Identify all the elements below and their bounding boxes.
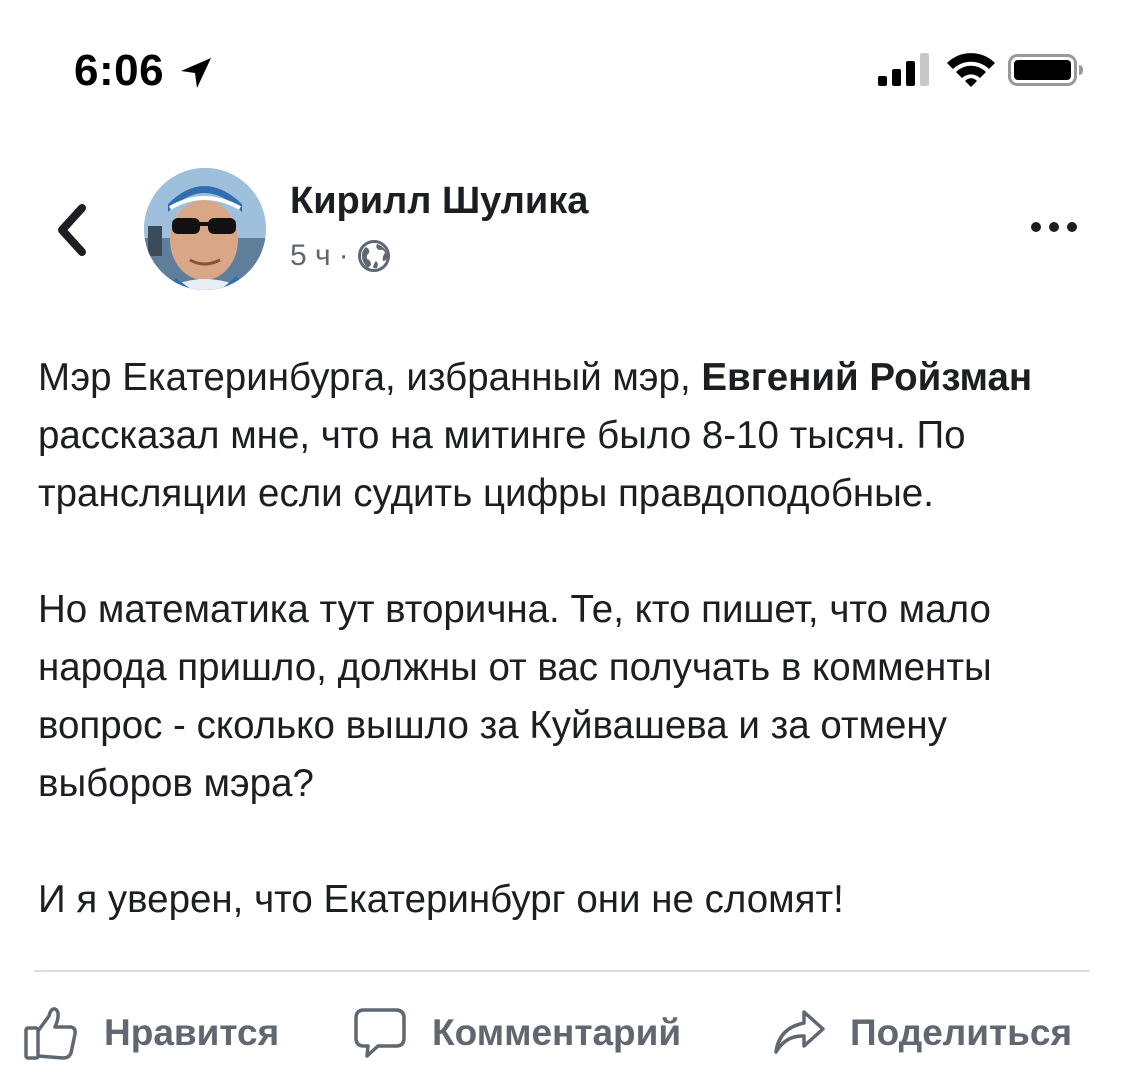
paragraph-1-start: Мэр Екатеринбурга, избранный мэр, (38, 356, 702, 399)
thumbs-up-icon (24, 1007, 77, 1060)
post-screen: 6:06 Кирилл Шулика 5 ч · Мэр Екатеринбур… (0, 0, 1125, 1092)
post-meta: 5 ч · (290, 236, 391, 276)
battery-icon (1008, 54, 1083, 86)
more-options-icon[interactable] (1028, 212, 1080, 242)
share-arrow-icon (774, 1010, 825, 1054)
share-button[interactable]: Поделиться (772, 1000, 1072, 1066)
comment-label: Комментарий (432, 1012, 682, 1053)
post-paragraph-1: Мэр Екатеринбурга, избранный мэр, Евгени… (38, 349, 1098, 523)
location-arrow-icon (181, 58, 211, 88)
post-paragraph-3: И я уверен, что Екатеринбург они не слом… (38, 878, 844, 921)
comment-button[interactable]: Комментарий (352, 1000, 681, 1066)
post-text: Мэр Екатеринбурга, избранный мэр, Евгени… (38, 349, 1098, 929)
globe-icon (357, 240, 390, 272)
mentioned-person[interactable]: Евгений Ройзман (701, 356, 1032, 399)
avatar-photo (144, 168, 266, 290)
share-label: Поделиться (850, 1012, 1073, 1053)
meta-separator: · (338, 239, 349, 272)
like-button[interactable]: Нравится (22, 1000, 279, 1066)
divider (34, 970, 1090, 972)
back-chevron-icon[interactable] (50, 200, 94, 260)
avatar[interactable] (144, 168, 266, 290)
post-paragraph-2: Но математика тут вторична. Те, кто пише… (38, 588, 992, 805)
like-label: Нравится (104, 1012, 280, 1053)
wifi-icon (947, 53, 995, 87)
status-time: 6:06 (74, 46, 165, 95)
paragraph-1-end: рассказал мне, что на митинге было 8-10 … (38, 414, 966, 515)
post-time[interactable]: 5 ч (290, 239, 331, 273)
comment-bubble-icon (354, 1008, 406, 1058)
cellular-signal-icon (878, 53, 929, 86)
author-name[interactable]: Кирилл Шулика (290, 178, 588, 224)
